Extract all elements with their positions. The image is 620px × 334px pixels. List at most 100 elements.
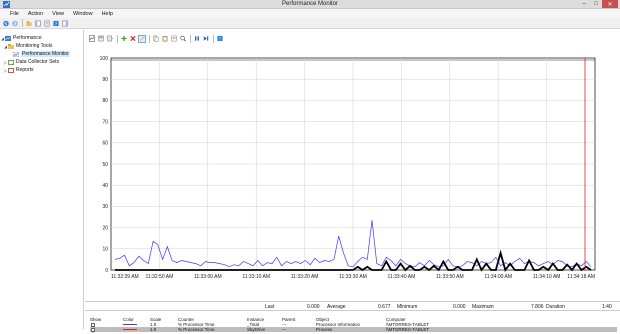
instance-cell: SkyDrive [247,327,266,332]
color-swatch [123,329,137,330]
x-tick-label: 11:33:00 AM [194,274,222,280]
y-tick-label: 80 [102,98,108,104]
tree-node-label: Reports [16,67,34,73]
y-tick-label: 50 [102,162,108,168]
duration-value: 1:40 [602,304,612,310]
highlight-icon[interactable] [138,34,146,43]
toolbar-separator [117,34,118,43]
duration-label: Duration [546,304,565,310]
maximum-value: 7.806 [531,304,544,310]
x-tick-label: 11:33:50 AM [436,274,464,280]
view-log-data-icon[interactable] [97,35,105,43]
maximize-button[interactable]: □ [590,0,602,8]
tree-node-performance[interactable]: ◢ Performance [0,34,83,42]
tree-node-label: Data Collector Sets [16,59,60,65]
average-label: Average [327,304,346,310]
main-toolbar: ? [0,18,620,29]
tree-node-performance-monitor[interactable]: Performance Monitor [0,50,83,58]
tree-node-label: Performance Monitor [21,51,70,57]
minimum-value: 0.000 [453,304,466,310]
graph-properties-icon[interactable] [170,35,178,43]
counter-cell: % Processor Time [178,327,215,332]
x-tick-label: 11:33:40 AM [388,274,416,280]
tree-node-monitoring-tools[interactable]: ◢ Monitoring Tools [0,42,83,50]
forward-icon[interactable] [11,19,19,27]
y-tick-label: 40 [102,183,108,189]
folder-icon [8,43,14,49]
parent-cell: --- [282,327,287,332]
toolbar-separator [190,34,191,43]
y-tick-label: 20 [102,225,108,231]
menu-file[interactable]: File [10,11,19,17]
window-title: Performance Monitor [281,1,339,7]
x-tick-label: 11:32:50 AM [146,274,174,280]
freeze-display-icon[interactable] [193,35,201,43]
menu-view[interactable]: View [52,11,64,17]
scale-cell: 1.0 [150,327,157,332]
y-tick-label: 90 [102,77,108,83]
paste-counter-list-icon[interactable] [161,35,169,43]
x-tick-label: 11:34:10 AM [533,274,561,280]
close-button[interactable]: ✕ [602,0,618,8]
show-hide-tree-icon[interactable] [34,19,42,27]
x-tick-label: 11:33:10 AM [242,274,270,280]
properties-icon[interactable] [43,19,51,27]
collector-icon [8,59,14,65]
x-tick-label: 11:34:00 AM [484,274,512,280]
reports-icon [8,67,14,73]
tree-node-label: Monitoring Tools [16,43,53,49]
x-tick-label: 11:34:18 AM [567,274,595,280]
performance-monitor-pane: ? 100 90 80 70 60 50 40 30 20 10 0 11:32:39 AM 11:32… [85,30,620,334]
minimize-button[interactable]: – [578,0,590,8]
show-checkbox[interactable]: ✓ [91,327,95,334]
y-tick-label: 100 [100,56,109,62]
toolbar-separator [213,34,214,43]
menu-action[interactable]: Action [28,11,43,17]
x-tick-label: 11:33:20 AM [291,274,319,280]
computer-cell: \\MTORRES-TABLET [386,327,430,332]
color-swatch [123,324,137,325]
add-counter-icon[interactable] [120,35,128,43]
graph-toolbar: ? [88,34,225,43]
help-icon[interactable]: ? [52,19,60,27]
y-tick-label: 30 [102,204,108,210]
delete-counter-icon[interactable] [129,35,137,43]
y-tick-label: 60 [102,141,108,147]
chart-icon [13,51,19,57]
navigation-tree: ◢ Performance ◢ Monitoring Tools Perform… [0,30,84,329]
minimum-label: Minimum [397,304,418,310]
help-icon[interactable]: ? [216,35,224,43]
performance-icon [5,35,11,41]
statistics-bar: Last 0.000 Average 0.677 Minimum 0.000 M… [85,301,620,311]
change-graph-type-icon[interactable] [106,35,114,43]
toolbar-separator [149,34,150,43]
tree-node-reports[interactable]: ▷ Reports [0,66,83,74]
x-tick-label: 11:32:39 AM [111,274,139,280]
tree-node-label: Performance [13,35,42,41]
object-cell: Process [316,327,333,332]
maximum-label: Maximum [472,304,494,310]
counter-legend: Show Color Scale Counter Instance Parent… [90,317,617,334]
update-data-icon[interactable] [202,35,210,43]
toolbar-separator [22,19,23,27]
y-tick-label: 10 [102,247,108,253]
legend-row-selected[interactable]: ✓ 1.0 % Processor Time SkyDrive --- Proc… [90,327,617,334]
average-value: 0.677 [378,304,391,310]
view-current-activity-icon[interactable] [88,35,96,43]
y-tick-label: 0 [105,268,108,274]
svg-text:?: ? [219,36,221,42]
performance-line-chart[interactable]: 100908070605040302010011:32:39 AM 11:32:5… [85,45,620,299]
show-checkbox[interactable]: ✓ [91,322,95,329]
svg-text:?: ? [55,21,57,27]
back-icon[interactable] [2,19,10,27]
tree-node-data-collector-sets[interactable]: ▷ Data Collector Sets [0,58,83,66]
menu-help[interactable]: Help [102,11,113,17]
menu-bar: File Action View Window Help [0,9,620,18]
copy-properties-icon[interactable] [152,35,160,43]
show-action-pane-icon[interactable] [61,19,69,27]
zoom-icon[interactable] [179,35,187,43]
x-tick-label: 11:33:30 AM [339,274,367,280]
y-tick-label: 70 [102,119,108,125]
menu-window[interactable]: Window [73,11,93,17]
up-folder-icon[interactable] [25,19,33,27]
